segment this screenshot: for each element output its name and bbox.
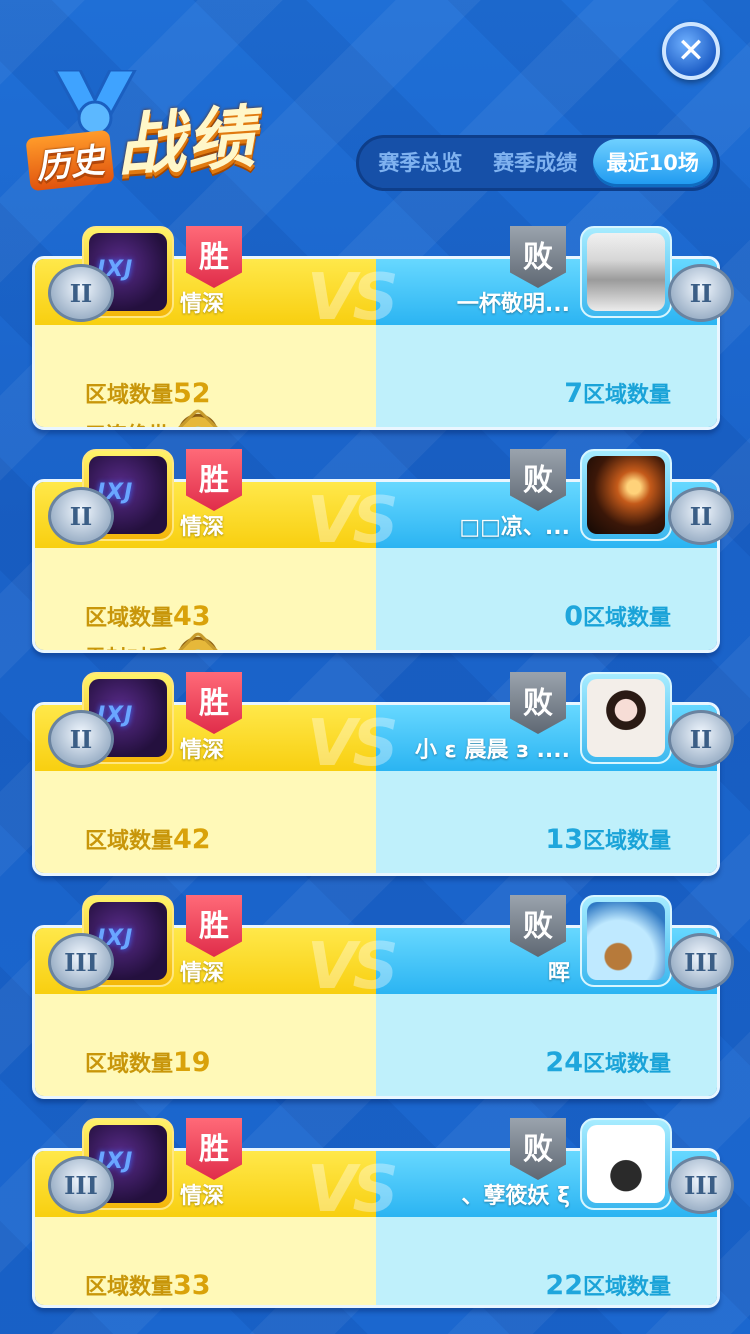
player-name: 情深 — [180, 292, 225, 317]
right-area-count: 7区域数量 — [564, 378, 671, 409]
left-area-count: 区域数量19 — [85, 1047, 211, 1078]
tab-season-results[interactable]: 赛季成绩 — [478, 139, 593, 187]
title-big: 战绩 — [113, 98, 260, 187]
match-card[interactable]: VS 区域数量43 0区域数量 零封对手 II 胜 情深 败 II □□凉、..… — [32, 449, 734, 653]
match-card[interactable]: VS 区域数量19 24区域数量 III 胜 情深 败 III 晖 — [32, 895, 734, 1099]
left-area-count: 区域数量33 — [85, 1270, 211, 1301]
opponent-avatar[interactable] — [580, 226, 672, 318]
tab-recent-10[interactable]: 最近10场 — [592, 139, 713, 187]
player-name: 情深 — [180, 1184, 225, 1209]
rank-badge-icon: III — [48, 1156, 114, 1214]
player-name: 情深 — [180, 738, 225, 763]
vs-label: VS — [307, 1153, 399, 1227]
rank-badge-icon: II — [668, 487, 734, 545]
opponent-name: 小 ε 晨晨 з .... — [414, 738, 570, 763]
rank-badge-icon: II — [48, 710, 114, 768]
rank-badge-icon: II — [668, 264, 734, 322]
opponent-name: 晖 — [547, 961, 570, 986]
left-area-count: 区域数量42 — [85, 824, 211, 855]
vs-label: VS — [307, 261, 399, 335]
vs-label: VS — [307, 707, 399, 781]
left-area-count: 区域数量43 — [85, 601, 211, 632]
right-area-count: 24区域数量 — [545, 1047, 671, 1078]
rank-badge-icon: III — [668, 1156, 734, 1214]
left-area-count: 区域数量52 — [85, 378, 211, 409]
right-area-count: 13区域数量 — [545, 824, 671, 855]
vs-label: VS — [307, 930, 399, 1004]
player-name: 情深 — [180, 961, 225, 986]
tab-bar: 赛季总览 赛季成绩 最近10场 — [356, 135, 720, 191]
rank-badge-icon: III — [48, 933, 114, 991]
achievement: 五连绝世 — [85, 409, 223, 427]
rank-badge-icon: II — [48, 487, 114, 545]
opponent-name: □□凉、... — [459, 515, 570, 540]
opponent-name: 一杯敬明... — [456, 292, 570, 317]
match-card[interactable]: VS 区域数量52 7区域数量 五连绝世 II 胜 情深 败 II 一杯敬明..… — [32, 226, 734, 430]
right-area-count: 22区域数量 — [545, 1270, 671, 1301]
page-title: 历史 战绩 — [25, 70, 308, 192]
achievement-badge-icon — [173, 409, 223, 427]
opponent-name: 、孽筱妖 ξ — [461, 1184, 570, 1209]
rank-badge-icon: II — [668, 710, 734, 768]
match-card[interactable]: VS 区域数量42 13区域数量 II 胜 情深 败 II 小 ε 晨晨 з .… — [32, 672, 734, 876]
opponent-avatar[interactable] — [580, 449, 672, 541]
opponent-avatar[interactable] — [580, 672, 672, 764]
vs-label: VS — [307, 484, 399, 558]
close-icon: ✕ — [676, 31, 706, 71]
close-button[interactable]: ✕ — [662, 22, 720, 80]
opponent-avatar[interactable] — [580, 895, 672, 987]
opponent-avatar[interactable] — [580, 1118, 672, 1210]
title-small: 历史 — [25, 129, 115, 192]
match-card[interactable]: VS 区域数量33 22区域数量 III 胜 情深 败 III 、孽筱妖 ξ — [32, 1118, 734, 1308]
player-name: 情深 — [180, 515, 225, 540]
right-area-count: 0区域数量 — [564, 601, 671, 632]
rank-badge-icon: III — [668, 933, 734, 991]
achievement: 零封对手 — [85, 632, 223, 650]
tab-season-overview[interactable]: 赛季总览 — [363, 139, 478, 187]
achievement-badge-icon — [173, 632, 223, 650]
rank-badge-icon: II — [48, 264, 114, 322]
